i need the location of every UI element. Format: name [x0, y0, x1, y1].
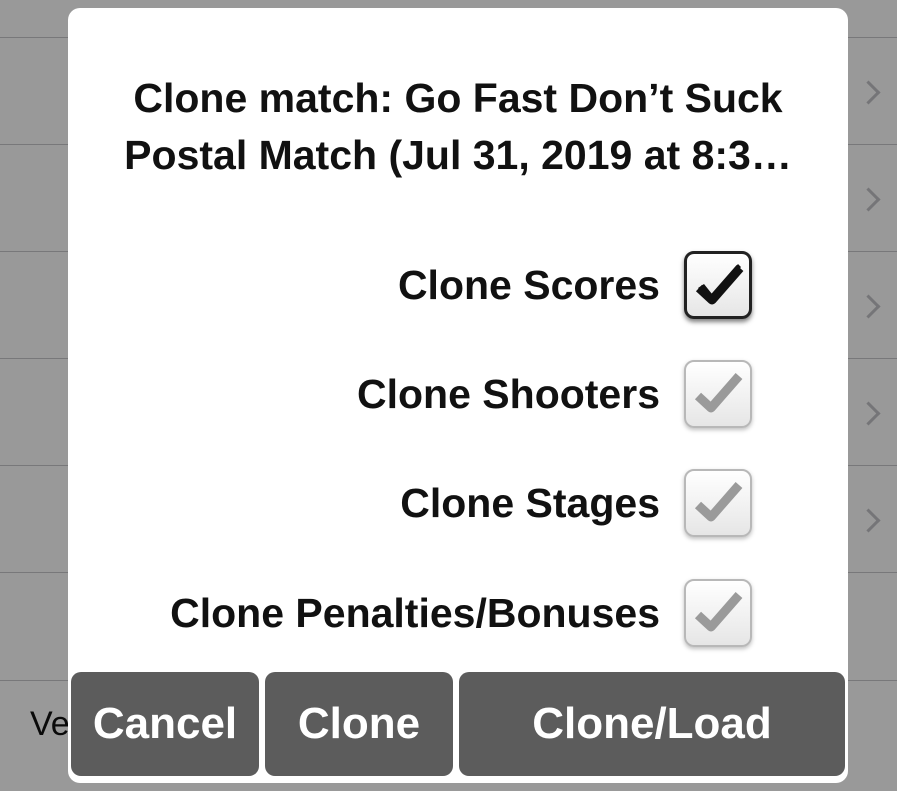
option-clone-penalties-bonuses[interactable]: Clone Penalties/Bonuses [170, 574, 752, 652]
checkmark-icon [694, 482, 743, 522]
dialog-title-line1: Clone match: Go Fast Don’t Suck [133, 75, 783, 121]
option-clone-stages[interactable]: Clone Stages [400, 464, 752, 542]
option-clone-scores[interactable]: Clone Scores [398, 246, 752, 324]
option-clone-shooters[interactable]: Clone Shooters [357, 355, 752, 433]
option-label: Clone Scores [397, 261, 660, 308]
checkmark-icon [694, 373, 743, 413]
option-label: Clone Shooters [357, 370, 660, 417]
dialog-button-bar: Cancel Clone Clone/Load [68, 672, 848, 780]
dialog-title: Clone match: Go Fast Don’t Suck Postal M… [68, 70, 848, 184]
clone-button[interactable]: Clone [265, 672, 453, 776]
cancel-button[interactable]: Cancel [71, 672, 259, 776]
checkmark-icon [695, 264, 744, 305]
option-label: Clone Stages [400, 479, 660, 526]
option-label: Clone Penalties/Bonuses [170, 589, 660, 636]
checkmark-icon [694, 592, 743, 632]
clone-load-button[interactable]: Clone/Load [459, 672, 845, 776]
clone-scores-checkbox[interactable] [684, 251, 752, 319]
clone-stages-checkbox[interactable] [684, 469, 752, 537]
dialog-title-line2: Postal Match (Jul 31, 2019 at 8:3… [124, 132, 792, 178]
clone-penalties-checkbox[interactable] [684, 579, 752, 647]
clone-match-dialog: Clone match: Go Fast Don’t Suck Postal M… [68, 8, 848, 783]
clone-shooters-checkbox[interactable] [684, 360, 752, 428]
